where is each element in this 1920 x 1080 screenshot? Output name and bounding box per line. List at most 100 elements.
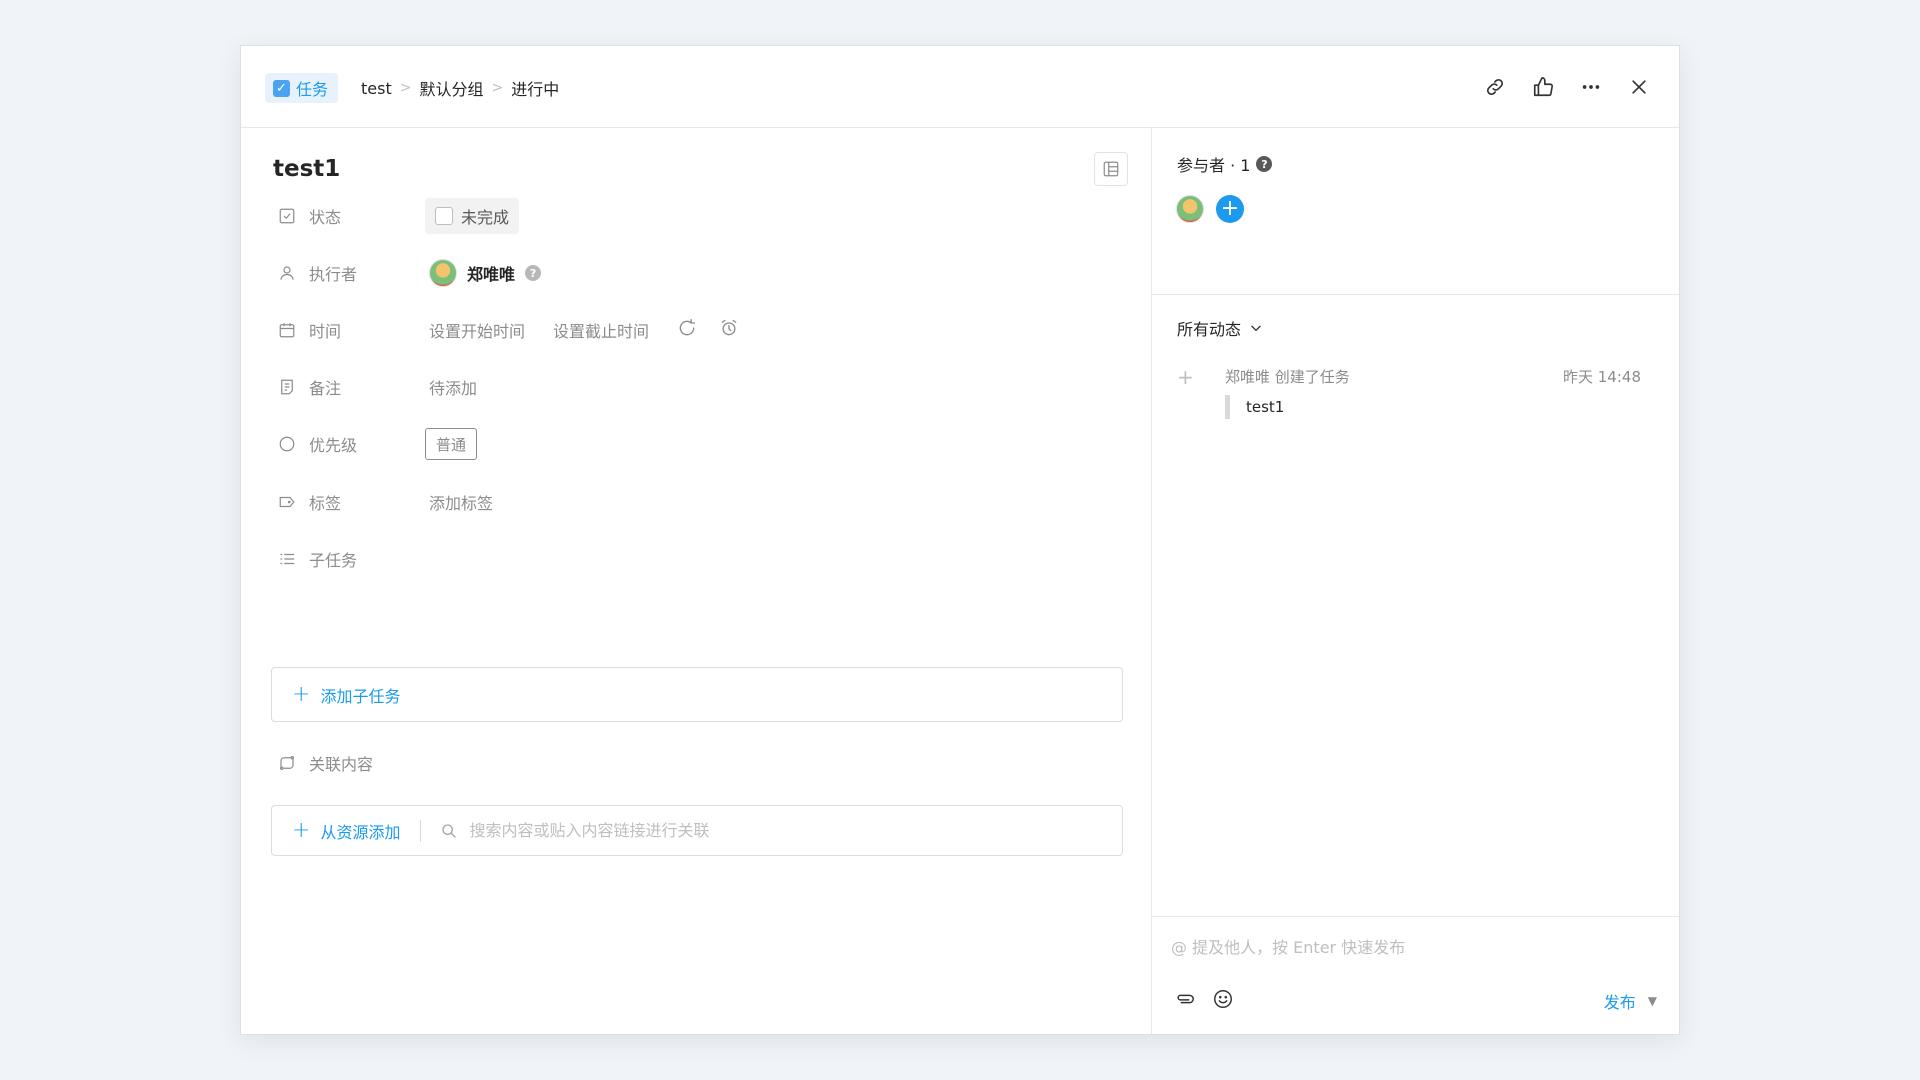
layout-icon: [1103, 161, 1119, 177]
calendar-icon: [277, 320, 297, 340]
priority-tag[interactable]: 普通: [425, 428, 478, 460]
add-from-resource-button[interactable]: + 从资源添加: [292, 819, 400, 843]
task-type-chip[interactable]: ✓ 任务: [265, 73, 339, 103]
breadcrumb-group[interactable]: 默认分组: [419, 76, 483, 100]
list-icon: [277, 549, 297, 569]
layout-toggle-button[interactable]: [1094, 152, 1128, 186]
add-subtask-button[interactable]: + 添加子任务: [292, 683, 400, 707]
set-start-time[interactable]: 设置开始时间: [429, 318, 525, 342]
note-label: 备注: [309, 379, 342, 398]
activity-text: 郑唯唯 创建了任务: [1225, 368, 1350, 386]
field-tags: 标签 添加标签: [277, 484, 493, 520]
more-button[interactable]: [1577, 73, 1605, 101]
composer-tools: [1173, 987, 1235, 1011]
checkbox-icon: ✓: [273, 79, 290, 97]
add-from-resource-label: 从资源添加: [320, 822, 401, 842]
add-tag-link[interactable]: 添加标签: [429, 490, 493, 514]
close-button[interactable]: [1625, 73, 1653, 101]
publish-label: 发布: [1603, 993, 1636, 1012]
time-label: 时间: [309, 322, 342, 341]
divider: [420, 819, 422, 842]
field-status: 状态 未完成: [277, 198, 520, 234]
comment-input[interactable]: [1171, 935, 1631, 959]
field-executor: 执行者 郑唯唯 ?: [277, 255, 542, 291]
field-related: 关联内容: [277, 745, 429, 781]
close-icon: [1632, 80, 1646, 94]
task-main-pane: test1 状态 未完成 执行者 郑唯唯 ? 时间 设置开始时间 设置截止时间 …: [241, 128, 1152, 1034]
activity-filter-label: 所有动态: [1177, 320, 1242, 339]
participants-label: 参与者 · 1: [1177, 156, 1251, 175]
activity-time: 昨天 14:48: [1563, 368, 1641, 386]
status-value: 未完成: [461, 208, 510, 227]
activity-quote: test1: [1225, 395, 1641, 419]
comment-composer: 发布 ▼: [1152, 916, 1679, 1034]
status-toggle[interactable]: 未完成: [425, 198, 520, 234]
status-label: 状态: [309, 208, 342, 227]
chevron-down-icon: [1251, 325, 1261, 332]
participants-header: 参与者 · 1 ?: [1177, 152, 1273, 176]
more-horizontal-icon: [1582, 85, 1600, 89]
header-actions: [1481, 70, 1653, 104]
activity-filter-dropdown[interactable]: 所有动态: [1177, 316, 1263, 340]
avatar[interactable]: [1176, 195, 1204, 223]
add-subtask-label: 添加子任务: [320, 686, 401, 706]
add-subtask-box[interactable]: + 添加子任务: [271, 667, 1123, 722]
tag-icon: [277, 492, 297, 512]
like-button[interactable]: [1529, 73, 1557, 101]
user-icon: [277, 263, 297, 283]
field-priority: 优先级 普通: [277, 426, 478, 462]
set-due-time[interactable]: 设置截止时间: [553, 318, 649, 342]
help-icon[interactable]: ?: [525, 265, 542, 281]
field-subtasks: 子任务: [277, 541, 429, 577]
relation-icon: [277, 753, 297, 773]
subtasks-label: 子任务: [309, 551, 358, 570]
plus-icon: +: [1177, 364, 1194, 389]
activity-sidebar: 参与者 · 1 ? + 所有动态 + 郑唯唯 创建了任务 昨天 14:48 te…: [1152, 128, 1679, 1034]
emoji-button[interactable]: [1211, 987, 1235, 1011]
link-icon: [1486, 78, 1504, 96]
breadcrumb-project[interactable]: test: [361, 79, 392, 98]
related-search-input[interactable]: [469, 821, 1122, 840]
publish-button[interactable]: 发布 ▼: [1604, 989, 1657, 1013]
activity-item: + 郑唯唯 创建了任务 昨天 14:48 test1: [1177, 366, 1641, 419]
repeat-icon[interactable]: [677, 318, 697, 342]
plus-icon: +: [292, 681, 311, 707]
status-checkbox[interactable]: [435, 207, 453, 225]
executor-label: 执行者: [309, 265, 358, 284]
note-icon: [277, 377, 297, 397]
field-note: 备注 待添加: [277, 369, 477, 405]
field-time: 时间 设置开始时间 设置截止时间: [277, 312, 739, 348]
attachment-button[interactable]: [1173, 987, 1197, 1011]
tags-label: 标签: [309, 494, 342, 513]
breadcrumb-stage[interactable]: 进行中: [511, 76, 559, 100]
smile-icon: [1214, 990, 1232, 1008]
executor-value[interactable]: 郑唯唯 ?: [429, 259, 542, 287]
note-value[interactable]: 待添加: [429, 375, 477, 399]
copy-link-button[interactable]: [1481, 73, 1509, 101]
task-title[interactable]: test1: [273, 156, 340, 182]
chevron-right-icon: >: [491, 80, 504, 96]
caret-down-icon[interactable]: ▼: [1648, 994, 1657, 1008]
participant-list: +: [1176, 195, 1244, 223]
add-participant-button[interactable]: +: [1216, 195, 1244, 223]
paperclip-icon: [1177, 994, 1194, 1004]
check-square-icon: [277, 206, 297, 226]
chevron-right-icon: >: [399, 80, 412, 96]
circle-icon: [277, 434, 297, 454]
avatar: [429, 259, 457, 287]
executor-name: 郑唯唯: [467, 265, 516, 284]
alarm-icon[interactable]: [719, 318, 739, 342]
thumbs-up-icon: [1533, 77, 1553, 97]
related-label: 关联内容: [309, 755, 374, 774]
search-icon: [441, 823, 457, 839]
task-type-label: 任务: [296, 80, 329, 99]
breadcrumb: test > 默认分组 > 进行中: [361, 73, 559, 103]
related-content-bar: + 从资源添加: [271, 805, 1123, 856]
plus-icon: +: [292, 817, 311, 843]
priority-label: 优先级: [309, 436, 358, 455]
participants-section: 参与者 · 1 ? +: [1152, 128, 1679, 295]
modal-header: ✓ 任务 test > 默认分组 > 进行中: [241, 46, 1679, 128]
help-icon[interactable]: ?: [1256, 156, 1273, 172]
task-detail-modal: ✓ 任务 test > 默认分组 > 进行中 test1 状态 未完成 执行者 …: [240, 45, 1680, 1035]
plus-icon: +: [1220, 196, 1240, 221]
